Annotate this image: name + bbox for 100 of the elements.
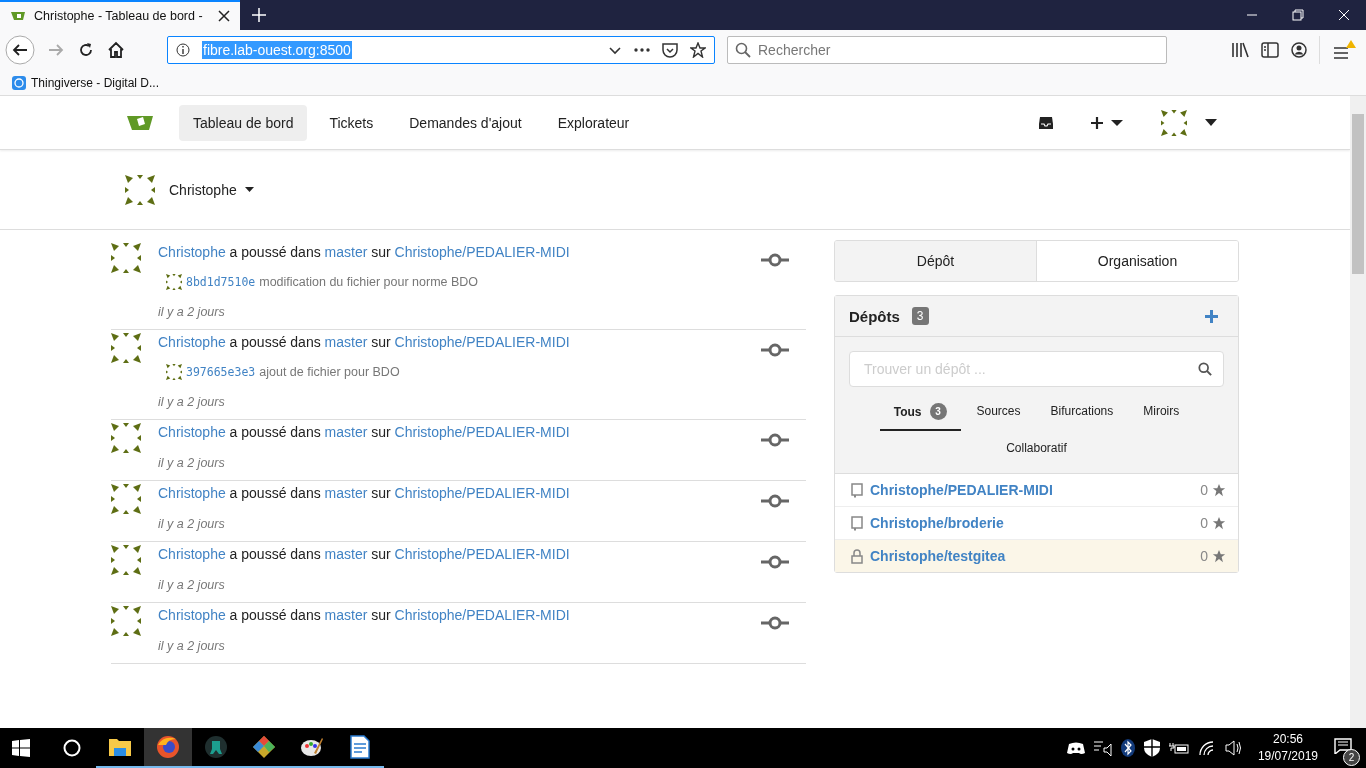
star-icon (1212, 549, 1226, 563)
branch-link[interactable]: master (324, 546, 368, 562)
diamond-icon (252, 735, 276, 759)
star-count: 0 (1200, 482, 1208, 498)
timestamp: il y a 2 jours (158, 639, 226, 653)
taskbar-app[interactable] (144, 728, 192, 768)
pocket-icon[interactable] (662, 42, 678, 58)
commit-icon (761, 433, 789, 447)
activity-text: Christophe a poussé dans master sur Christophe/PEDALIER-MIDI (158, 484, 571, 502)
branch-link[interactable]: master (324, 607, 368, 623)
lock-icon (851, 548, 863, 564)
user-link[interactable]: Christophe (158, 485, 226, 501)
timestamp: il y a 2 jours (158, 395, 226, 409)
nav-link[interactable]: Demandes d'ajout (395, 104, 536, 141)
repo-link[interactable]: Christophe/PEDALIER-MIDI (394, 244, 570, 260)
avatar-icon (111, 545, 141, 575)
wifi-icon[interactable] (1197, 740, 1216, 756)
branch-link[interactable]: master (324, 485, 368, 501)
sidebar-icon[interactable] (1261, 42, 1279, 58)
notification-count: 2 (1343, 749, 1360, 766)
user-link[interactable]: Christophe (158, 244, 226, 260)
more-icon[interactable] (634, 48, 650, 52)
user-link[interactable]: Christophe (158, 334, 226, 350)
user-link[interactable]: Christophe (158, 424, 226, 440)
caret-icon[interactable] (244, 187, 254, 192)
repo-link[interactable]: Christophe/broderie (870, 515, 1004, 531)
commit-icon (761, 494, 789, 508)
account-icon[interactable] (1291, 42, 1307, 58)
activity-text: Christophe a poussé dans master sur Christophe/PEDALIER-MIDI (158, 333, 571, 351)
folder-icon (108, 736, 132, 758)
commit-icon (761, 253, 789, 267)
repo-link[interactable]: Christophe/PEDALIER-MIDI (394, 485, 570, 501)
browser-tab[interactable]: Christophe - Tableau de bord - (0, 0, 240, 30)
plus-icon[interactable] (1091, 115, 1123, 130)
menu-icon[interactable] (1332, 39, 1356, 61)
filter-tab[interactable]: Sources (962, 393, 1035, 431)
nav-link[interactable]: Explorateur (543, 104, 644, 141)
chat-icon[interactable] (1066, 741, 1085, 755)
nav-link[interactable]: Tickets (315, 104, 388, 141)
library-icon[interactable] (1231, 42, 1249, 58)
repo-link[interactable]: Christophe/testgitea (870, 548, 1006, 564)
repo-link[interactable]: Christophe/PEDALIER-MIDI (394, 546, 570, 562)
timestamp: il y a 2 jours (158, 517, 226, 531)
timestamp: il y a 2 jours (158, 578, 226, 592)
filter-tab[interactable]: Collaboratif (992, 431, 1081, 467)
star-icon[interactable] (690, 42, 706, 58)
nav-link[interactable]: Tableau de bord (179, 104, 308, 141)
address-bar[interactable]: fibre.lab-ouest.org:8500 (167, 36, 715, 64)
branch-link[interactable]: master (324, 334, 368, 350)
commit-sha-link[interactable]: 8bd1d7510e (186, 275, 256, 289)
branch-link[interactable]: master (324, 424, 368, 440)
url-text: fibre.lab-ouest.org:8500 (202, 41, 352, 59)
bluetooth-icon[interactable] (1120, 739, 1135, 757)
commit-sha-link[interactable]: 397665e3e3 (186, 365, 256, 379)
clock-time[interactable]: 20:56 (1272, 731, 1303, 748)
info-icon[interactable] (176, 43, 190, 57)
bookmark-link[interactable]: Thingiverse - Digital D... (12, 75, 160, 90)
speaker-list-icon[interactable] (1093, 740, 1112, 756)
filter-tab[interactable]: Miroirs (1129, 393, 1194, 431)
filter-tab[interactable]: Bifurcations (1036, 393, 1128, 431)
repo-link[interactable]: Christophe/PEDALIER-MIDI (394, 334, 570, 350)
repo-link[interactable]: Christophe/PEDALIER-MIDI (394, 607, 570, 623)
battery-icon[interactable] (1168, 741, 1189, 755)
search-icon[interactable] (1198, 362, 1212, 376)
commit-icon (761, 555, 789, 569)
book-icon (851, 515, 863, 531)
star-count: 0 (1200, 548, 1208, 564)
palette-icon (300, 735, 324, 759)
user-link[interactable]: Christophe (158, 546, 226, 562)
sidebar-tab[interactable]: Dépôt (835, 241, 1037, 281)
clock-date[interactable]: 19/07/2019 (1257, 748, 1318, 765)
commit-icon (761, 343, 789, 357)
scrollbar-thumb[interactable] (1352, 114, 1364, 274)
reload-icon[interactable] (77, 41, 95, 59)
teacup-icon (10, 10, 26, 22)
caret-icon[interactable] (1205, 119, 1217, 126)
shield-icon[interactable] (1143, 739, 1160, 757)
user-link[interactable]: Christophe (158, 607, 226, 623)
search-field[interactable]: Rechercher (727, 36, 1167, 64)
close-icon[interactable] (218, 10, 230, 22)
avatar-icon (111, 484, 141, 514)
home-icon[interactable] (107, 41, 125, 59)
commit-message: modification du fichier pour norme BDO (259, 275, 479, 289)
activity-text: Christophe a poussé dans master sur Christophe/PEDALIER-MIDI (158, 243, 571, 261)
filter-tab[interactable]: Tous 3 (879, 393, 961, 431)
new-tab-icon[interactable] (252, 8, 266, 22)
repo-link[interactable]: Christophe/PEDALIER-MIDI (394, 424, 570, 440)
back-icon[interactable] (5, 35, 35, 65)
user-switcher[interactable]: Christophe (169, 181, 237, 198)
branch-link[interactable]: master (324, 244, 368, 260)
notification-icon[interactable] (1334, 738, 1352, 754)
inbox-icon[interactable] (1038, 115, 1054, 130)
tab-title: Christophe - Tableau de bord - (34, 9, 204, 23)
search-icon (735, 42, 751, 58)
avatar-icon (111, 333, 141, 363)
volume-icon[interactable] (1224, 740, 1243, 756)
repo-link[interactable]: Christophe/PEDALIER-MIDI (870, 482, 1053, 498)
star-icon (1212, 483, 1226, 497)
avatar-icon[interactable] (1161, 109, 1187, 136)
restore-icon[interactable] (1292, 9, 1304, 21)
